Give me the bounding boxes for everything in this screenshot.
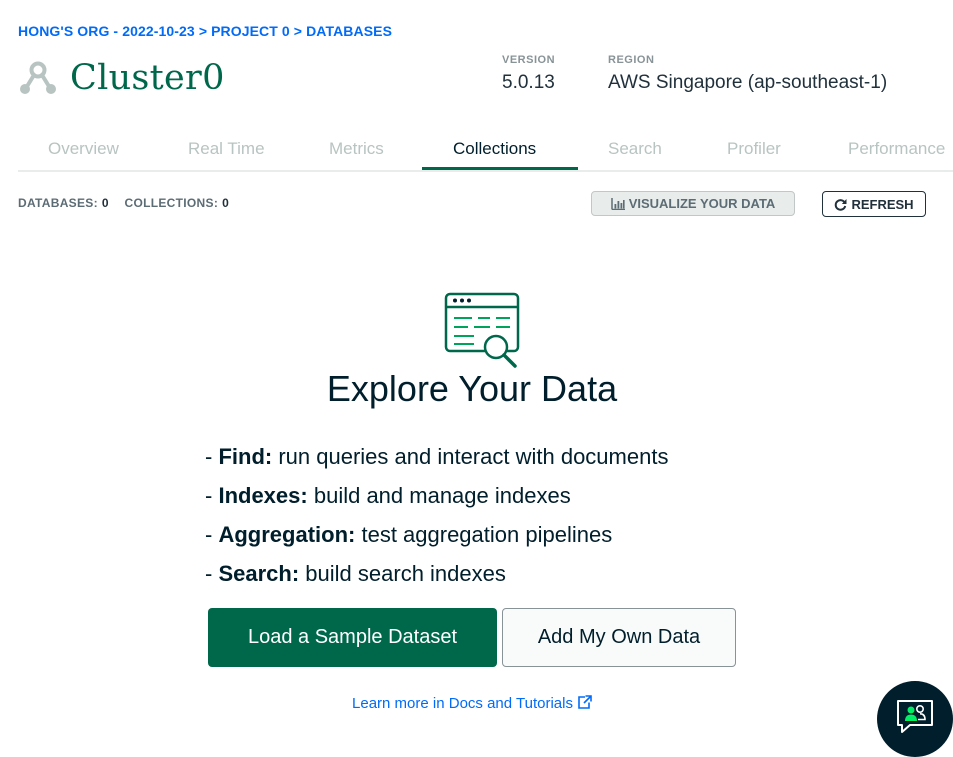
cluster-name: Cluster0 <box>70 58 225 98</box>
region-label: REGION <box>608 54 655 66</box>
visualize-data-label: VISUALIZE YOUR DATA <box>628 196 776 211</box>
breadcrumb: HONG'S ORG - 2022-10-23 > PROJECT 0 > DA… <box>18 23 392 39</box>
bullet: - <box>205 483 213 508</box>
databases-label: DATABASES: <box>18 196 98 210</box>
bullet: - <box>205 561 213 586</box>
tab-metrics[interactable]: Metrics <box>329 139 384 159</box>
add-my-own-data-button[interactable]: Add My Own Data <box>502 608 736 667</box>
chat-support-icon <box>894 697 936 742</box>
list-item: - Find: run queries and interact with do… <box>205 437 668 476</box>
region-block: REGION AWS Singapore (ap-southeast-1) <box>608 54 887 94</box>
empty-state-title: Explore Your Data <box>326 368 618 409</box>
cluster-header: Cluster0 <box>18 58 225 98</box>
load-sample-dataset-button[interactable]: Load a Sample Dataset <box>208 608 497 667</box>
tab-overview[interactable]: Overview <box>48 139 119 159</box>
feature-desc: build search indexes <box>305 561 506 586</box>
feature-name: Search: <box>218 561 300 586</box>
feature-name: Aggregation: <box>218 522 356 547</box>
feature-name: Indexes: <box>218 483 308 508</box>
browser-search-icon <box>444 292 522 375</box>
version-label: VERSION <box>502 54 556 66</box>
learn-more-link[interactable]: Learn more in Docs and Tutorials <box>0 695 944 713</box>
breadcrumb-section[interactable]: DATABASES <box>306 23 392 39</box>
databases-count: 0 <box>101 196 109 210</box>
learn-more-label: Learn more in Docs and Tutorials <box>352 695 573 712</box>
chat-support-button[interactable] <box>877 681 953 757</box>
refresh-label: REFRESH <box>851 196 914 212</box>
breadcrumb-project[interactable]: PROJECT 0 <box>211 23 290 39</box>
tab-performance[interactable]: Performance <box>848 139 945 159</box>
bar-chart-icon <box>610 197 625 210</box>
list-item: - Search: build search indexes <box>205 554 668 593</box>
version-block: VERSION 5.0.13 <box>502 54 555 94</box>
cluster-icon <box>18 58 58 98</box>
list-item: - Aggregation: test aggregation pipeline… <box>205 515 668 554</box>
database-stats: DATABASES: 0 COLLECTIONS: 0 <box>18 196 241 210</box>
feature-desc: run queries and interact with documents <box>278 444 669 469</box>
breadcrumb-separator: > <box>293 23 303 39</box>
feature-desc: test aggregation pipelines <box>361 522 613 547</box>
refresh-icon <box>834 198 847 211</box>
region-value: AWS Singapore (ap-southeast-1) <box>608 72 888 93</box>
external-link-icon <box>577 695 592 713</box>
refresh-button[interactable]: REFRESH <box>822 191 926 217</box>
collections-count: 0 <box>222 196 230 210</box>
feature-list: - Find: run queries and interact with do… <box>205 437 668 593</box>
list-item: - Indexes: build and manage indexes <box>205 476 668 515</box>
tab-collections[interactable]: Collections <box>453 139 536 159</box>
active-tab-indicator <box>422 167 578 170</box>
breadcrumb-org[interactable]: HONG'S ORG - 2022-10-23 <box>18 23 195 39</box>
bullet: - <box>205 522 213 547</box>
visualize-data-button[interactable]: VISUALIZE YOUR DATA <box>591 191 795 216</box>
version-value: 5.0.13 <box>502 72 555 93</box>
tab-real-time[interactable]: Real Time <box>188 139 265 159</box>
feature-desc: build and manage indexes <box>313 483 571 508</box>
tab-search[interactable]: Search <box>608 139 662 159</box>
bullet: - <box>205 444 213 469</box>
breadcrumb-separator: > <box>198 23 208 39</box>
feature-name: Find: <box>218 444 273 469</box>
collections-label: COLLECTIONS: <box>124 196 219 210</box>
tab-profiler[interactable]: Profiler <box>727 139 781 159</box>
tab-bar: Overview Real Time Metrics Collections S… <box>18 128 953 172</box>
